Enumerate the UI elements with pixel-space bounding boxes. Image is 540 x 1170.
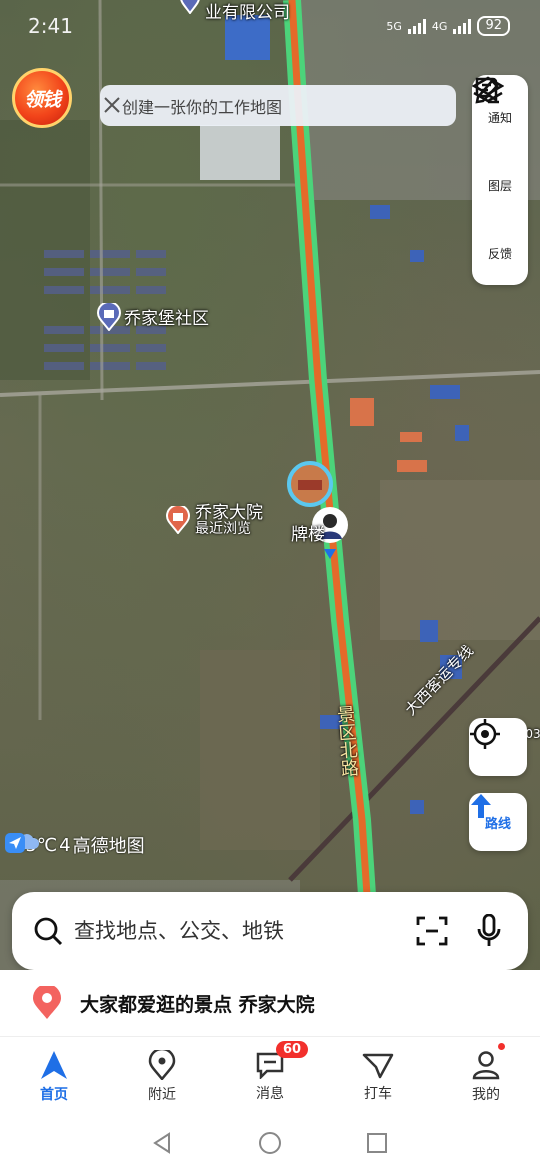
map-tool-panel: 通知 图层 反馈 [472,75,528,285]
nav-messages[interactable]: 60 消息 [216,1037,324,1116]
nav-home-label: 首页 [40,1086,68,1103]
nav-nearby-label: 附近 [148,1086,176,1103]
map-label-arch[interactable]: 牌楼 [291,520,325,545]
signal-icon-2 [453,18,472,34]
nav-home[interactable]: 首页 [0,1037,108,1116]
promo-badge[interactable]: 领钱 [12,68,72,128]
amap-logo-icon [5,833,25,853]
route-button[interactable]: 路线 [469,793,527,851]
nav-profile[interactable]: 我的 [432,1037,540,1116]
locate-button[interactable] [469,718,527,776]
home-circle-icon[interactable] [258,1131,282,1155]
search-icon [34,917,63,946]
create-map-banner[interactable]: 创建一张你的工作地图 [100,85,456,126]
nav-taxi[interactable]: 打车 [324,1037,432,1116]
network-4g-label: 4G [431,19,448,33]
tool-feedback-label: 反馈 [487,247,512,261]
map-label-company[interactable]: 业有限公司 [205,0,290,23]
tool-layers-label: 图层 [487,179,512,193]
weather-prefix: 4 [59,834,71,856]
map-label-community[interactable]: 乔家堡社区 [124,304,209,329]
nav-taxi-label: 打车 [364,1085,392,1102]
tool-notification-label: 通知 [487,111,512,125]
banner-text: 创建一张你的工作地图 [122,97,283,117]
signal-icon [407,18,426,34]
recommendation-row[interactable]: 大家都爱逛的景点 乔家大院 [0,970,540,1036]
nav-messages-label: 消息 [256,1085,284,1102]
search-bar[interactable] [12,892,528,970]
home-arrow-icon [41,1050,67,1079]
recommendation-text: 大家都爱逛的景点 乔家大院 [80,993,315,1016]
profile-icon [472,1050,500,1079]
status-time: 2:41 [28,14,73,38]
mic-icon[interactable] [476,914,502,948]
map-label-road: 景区北路 [333,704,360,778]
messages-badge: 60 [276,1041,309,1058]
network-5g-label: 5G [386,19,402,33]
battery-indicator: 92 [477,16,510,36]
location-pin-icon [33,986,61,1019]
feedback-icon [475,79,499,104]
search-input[interactable] [74,919,394,943]
nav-nearby[interactable]: 附近 [108,1037,216,1116]
tool-layers[interactable]: 图层 [472,76,512,215]
recents-icon[interactable] [366,1132,388,1154]
route-arrow-icon [471,794,491,818]
profile-dot [498,1043,505,1050]
close-icon[interactable] [100,93,124,117]
status-signals: 5G 4G 92 [386,16,510,36]
nearby-pin-icon [148,1049,176,1080]
map-label-recently-viewed: 最近浏览 [195,521,251,537]
back-icon[interactable] [152,1132,174,1154]
tool-feedback[interactable]: 反馈 [475,79,512,283]
taxi-icon [362,1053,394,1078]
nav-profile-label: 我的 [472,1086,500,1103]
amap-brand: 高德地图 [72,836,145,857]
locate-icon [470,719,500,749]
scan-icon[interactable] [416,916,448,946]
weather-widget[interactable]: 25℃ 4 高德地图 [5,832,145,858]
system-nav-bar [0,1116,540,1170]
bottom-nav: 首页 附近 60 消息 打车 我的 [0,1036,540,1116]
satellite-map[interactable]: 2:41 5G 4G 92 领钱 创建一张你的工作地图 通知 图层 反馈 业有限… [0,0,540,1000]
